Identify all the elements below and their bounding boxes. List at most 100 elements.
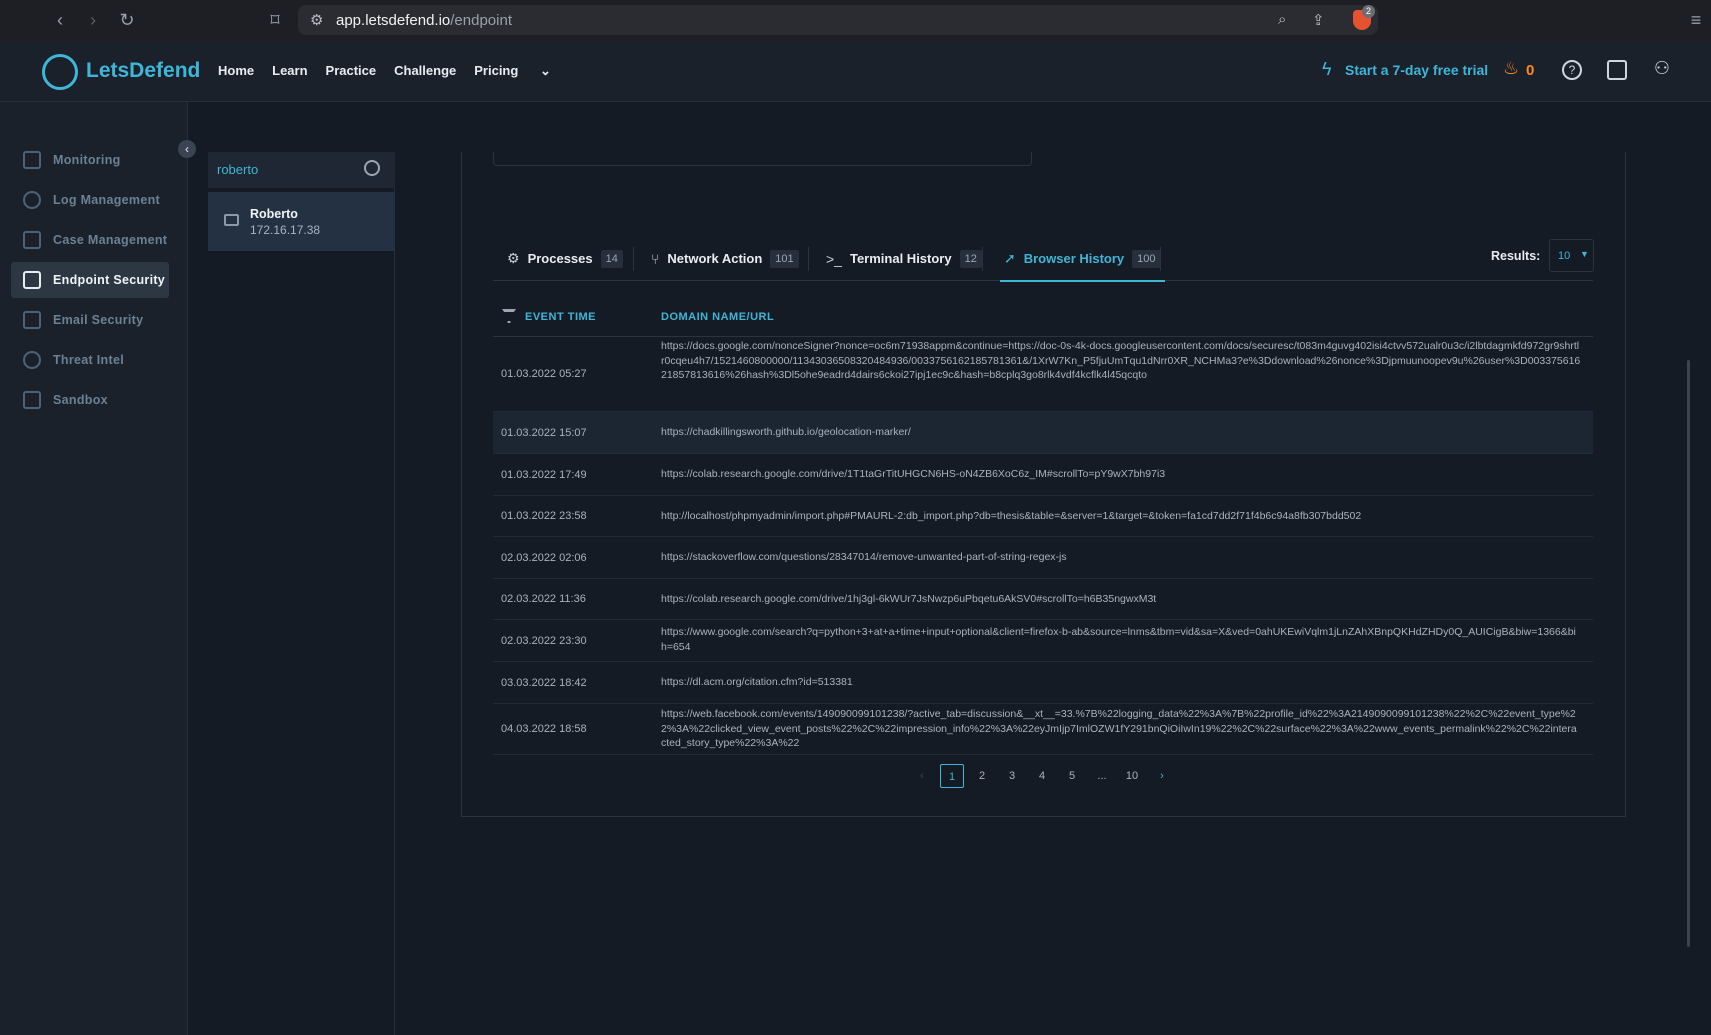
- lightning-icon: ϟ: [1322, 59, 1332, 79]
- event-time: 02.03.2022 23:30: [501, 634, 587, 647]
- sidebar-item-endpoint-security[interactable]: Endpoint Security: [11, 262, 169, 298]
- event-time: 04.03.2022 18:58: [501, 723, 587, 735]
- tab-label: Network Action: [667, 251, 763, 266]
- tab-processes[interactable]: ⚙ Processes 14: [507, 236, 623, 281]
- url-cell: https://colab.research.google.com/drive/…: [661, 592, 1157, 605]
- tab-count: 12: [959, 249, 982, 268]
- sidebar: Monitoring Log Management Case Managemen…: [0, 102, 188, 1035]
- main-nav: Home Learn Practice Challenge Pricing ⌄: [218, 63, 587, 79]
- url-cell: https://docs.google.com/nonceSigner?nonc…: [661, 340, 1581, 381]
- reload-icon[interactable]: ↻: [117, 10, 137, 30]
- free-trial-link[interactable]: Start a 7-day free trial: [1345, 62, 1488, 78]
- table-row[interactable]: 03.03.2022 18:42 https://dl.acm.org/cita…: [493, 662, 1593, 704]
- event-time: 01.03.2022 05:27: [501, 368, 587, 380]
- board-icon[interactable]: [1607, 60, 1627, 80]
- table-row[interactable]: 01.03.2022 17:49 https://colab.research.…: [493, 454, 1593, 496]
- page-button[interactable]: 5: [1060, 764, 1084, 788]
- tab-terminal-history[interactable]: >_ Terminal History 12: [826, 236, 982, 281]
- page-button[interactable]: 1: [940, 763, 964, 788]
- sidebar-item-threat-intel[interactable]: Threat Intel: [11, 342, 169, 378]
- tab-network-action[interactable]: ⑂ Network Action 101: [651, 236, 799, 281]
- search-icon: [23, 191, 41, 209]
- tab-label: Terminal History: [849, 251, 952, 266]
- filter-icon[interactable]: [502, 309, 516, 323]
- table-row[interactable]: 04.03.2022 18:58 https://web.facebook.co…: [493, 704, 1593, 755]
- event-time: 01.03.2022 23:58: [501, 510, 587, 522]
- sidebar-item-label: Sandbox: [53, 393, 108, 407]
- forward-icon[interactable]: ›: [83, 10, 103, 30]
- search-icon[interactable]: [364, 160, 380, 176]
- nav-practice[interactable]: Practice: [326, 63, 377, 79]
- tab-label: Processes: [527, 251, 593, 266]
- search-input[interactable]: roberto: [217, 162, 258, 177]
- url-cell: https://chadkillingsworth.github.io/geol…: [661, 426, 911, 439]
- nav-challenge[interactable]: Challenge: [394, 63, 456, 79]
- url-path: /endpoint: [450, 11, 512, 29]
- zoom-icon[interactable]: ⌕: [1278, 11, 1286, 28]
- url-cell: https://dl.acm.org/citation.cfm?id=51338…: [661, 676, 853, 689]
- tab-divider: [1160, 247, 1161, 271]
- table-row[interactable]: 02.03.2022 11:36 https://colab.research.…: [493, 579, 1593, 620]
- table-row[interactable]: 01.03.2022 23:58 http://localhost/phpmya…: [493, 496, 1593, 537]
- sidebar-item-case-management[interactable]: Case Management: [11, 222, 169, 258]
- bookmark-icon[interactable]: ⌑: [265, 10, 285, 30]
- endpoint-list-panel: roberto Roberto 172.16.17.38: [208, 152, 395, 1035]
- address-bar[interactable]: ⚙ app.letsdefend.io/endpoint ⌕ ⇪: [298, 5, 1378, 35]
- sidebar-item-label: Monitoring: [53, 153, 121, 167]
- browser-toolbar: ‹ › ↻ ⌑ ⚙ app.letsdefend.io/endpoint ⌕ ⇪…: [0, 0, 1711, 41]
- app-header: LetsDefend Home Learn Practice Challenge…: [0, 41, 1711, 102]
- endpoint-search[interactable]: roberto: [208, 152, 395, 188]
- fire-icon: ♨: [1503, 58, 1520, 78]
- logo-text[interactable]: LetsDefend: [86, 59, 200, 83]
- layers-icon: [23, 231, 41, 249]
- page-button[interactable]: 10: [1120, 764, 1144, 788]
- scrollbar[interactable]: [1687, 360, 1690, 947]
- results-select[interactable]: 10 ▼: [1549, 239, 1594, 272]
- event-time: 03.03.2022 18:42: [501, 676, 587, 689]
- cursor-icon: ➚: [1004, 250, 1016, 266]
- page-ellipsis: ...: [1097, 769, 1107, 782]
- chevron-down-icon: ⌄: [539, 63, 551, 78]
- sidebar-item-label: Threat Intel: [53, 353, 124, 367]
- table-row[interactable]: 02.03.2022 02:06 https://stackoverflow.c…: [493, 537, 1593, 579]
- streak-count: 0: [1526, 62, 1535, 79]
- logo-icon[interactable]: [42, 54, 78, 90]
- sidebar-item-label: Case Management: [53, 233, 168, 247]
- nav-home[interactable]: Home: [218, 63, 254, 79]
- table-row[interactable]: 01.03.2022 05:27 https://docs.google.com…: [493, 337, 1593, 412]
- sidebar-item-log-management[interactable]: Log Management: [11, 182, 169, 218]
- column-domain-url[interactable]: DOMAIN NAME/URL: [661, 311, 774, 323]
- menu-icon[interactable]: ≡: [1686, 10, 1706, 30]
- user-icon[interactable]: ⚇: [1652, 59, 1672, 80]
- lifebuoy-icon: [23, 351, 41, 369]
- sidebar-item-monitoring[interactable]: Monitoring: [11, 142, 169, 178]
- prev-page-button[interactable]: ‹: [910, 764, 934, 788]
- monitor-icon: [224, 214, 239, 226]
- help-icon[interactable]: ?: [1562, 60, 1582, 80]
- collapse-sidebar-icon[interactable]: ‹: [178, 140, 196, 158]
- column-event-time[interactable]: EVENT TIME: [525, 311, 596, 323]
- event-time: 01.03.2022 17:49: [501, 468, 587, 481]
- page-button[interactable]: 3: [1000, 764, 1024, 788]
- endpoint-ip: 172.16.17.38: [250, 223, 321, 237]
- share-icon[interactable]: ⇪: [1312, 11, 1325, 29]
- endpoint-item[interactable]: Roberto 172.16.17.38: [208, 192, 395, 251]
- tab-browser-history[interactable]: ➚ Browser History 100: [1000, 236, 1165, 282]
- page-button[interactable]: 2: [970, 764, 994, 788]
- next-page-button[interactable]: ›: [1150, 764, 1174, 788]
- event-time: 01.03.2022 15:07: [501, 426, 587, 439]
- site-info-icon[interactable]: ⚙: [310, 11, 323, 29]
- url-cell: https://www.google.com/search?q=python+3…: [661, 626, 1576, 653]
- url-cell: http://localhost/phpmyadmin/import.php#P…: [661, 509, 1362, 522]
- table-row[interactable]: 02.03.2022 23:30 https://www.google.com/…: [493, 620, 1593, 662]
- table-row[interactable]: 01.03.2022 15:07 https://chadkillingswor…: [493, 412, 1593, 454]
- nav-pricing[interactable]: Pricing ⌄: [474, 63, 569, 79]
- nav-learn[interactable]: Learn: [272, 63, 307, 79]
- sidebar-item-email-security[interactable]: Email Security: [11, 302, 169, 338]
- back-icon[interactable]: ‹: [50, 10, 70, 30]
- shield-badge: 2: [1362, 5, 1375, 18]
- page-button[interactable]: 4: [1030, 764, 1054, 788]
- tab-divider: [633, 247, 634, 271]
- sidebar-item-sandbox[interactable]: Sandbox: [11, 382, 169, 418]
- tab-divider: [982, 247, 983, 271]
